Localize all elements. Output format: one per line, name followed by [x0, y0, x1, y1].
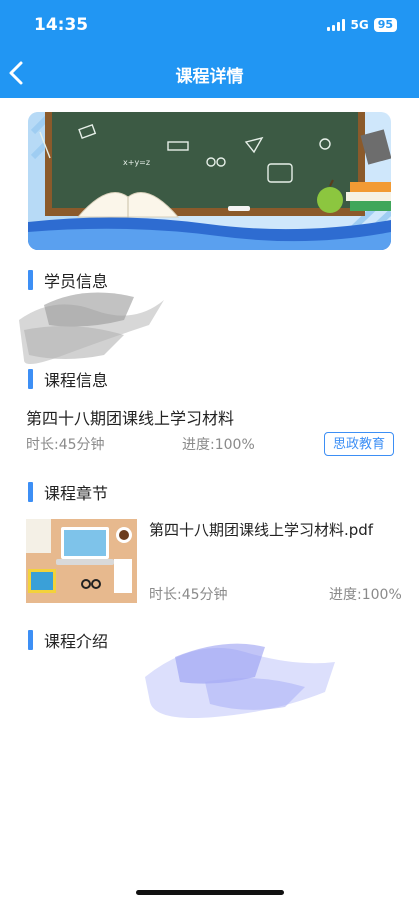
status-indicators: 5G 95 [327, 18, 397, 32]
chapter-title: 第四十八期团课线上学习材料.pdf [149, 521, 374, 539]
chapters-header: 课程章节 [28, 480, 108, 504]
redacted-student-info [19, 292, 164, 364]
home-indicator [136, 890, 284, 895]
chapter-thumbnail [26, 519, 137, 603]
section-title: 课程介绍 [44, 632, 109, 651]
section-title: 课程章节 [44, 484, 109, 503]
course-duration: 时长:45分钟 [26, 437, 105, 453]
page-title: 课程详情 [175, 67, 244, 87]
chapter-duration: 时长:45分钟 [149, 587, 228, 603]
course-banner-image: x+y=z [28, 112, 391, 250]
chapter-progress: 进度:100% [329, 587, 402, 603]
section-title: 课程信息 [44, 371, 109, 390]
signal-icon [327, 19, 346, 31]
course-progress: 进度:100% [182, 437, 255, 453]
app-header: 14:35 5G 95 课程详情 [0, 0, 419, 98]
network-type: 5G [350, 18, 369, 32]
course-intro-header: 课程介绍 [28, 628, 108, 652]
svg-text:x+y=z: x+y=z [123, 158, 150, 167]
battery-icon: 95 [373, 18, 397, 32]
section-marker [28, 369, 33, 389]
course-name: 第四十八期团课线上学习材料 [26, 409, 235, 428]
status-time: 14:35 [34, 15, 89, 35]
category-tag: 思政教育 [324, 432, 394, 456]
course-info-header: 课程信息 [28, 367, 108, 391]
redacted-intro-content [145, 643, 335, 718]
section-marker [28, 482, 33, 502]
section-marker [28, 630, 33, 650]
